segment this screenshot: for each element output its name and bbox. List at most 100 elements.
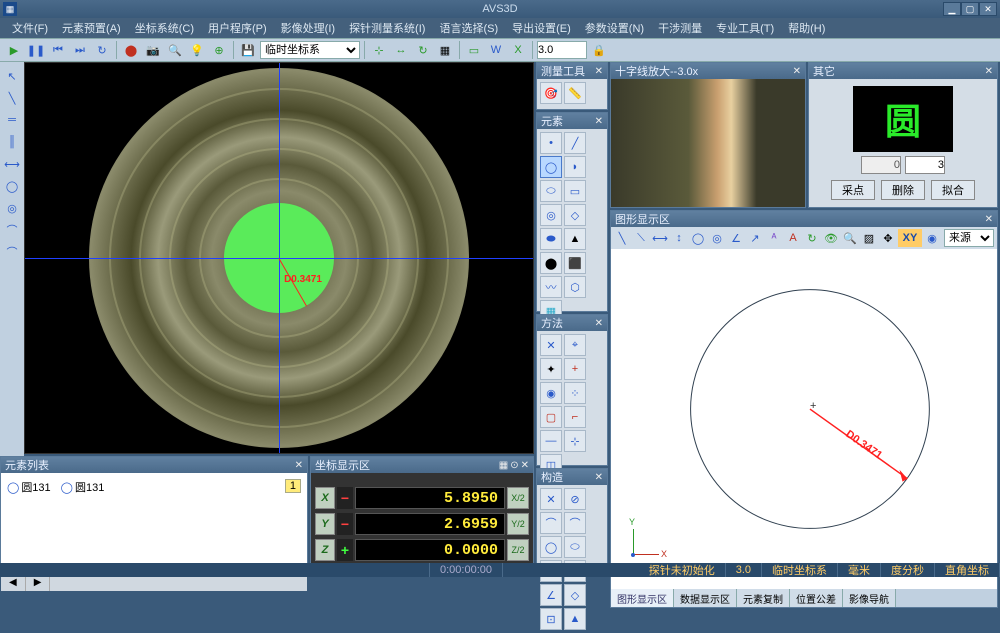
menu-user-program[interactable]: 用户程序(P) xyxy=(202,18,273,38)
menu-probe-measure[interactable]: 探针测量系统(I) xyxy=(343,18,431,38)
axis-label[interactable]: X xyxy=(315,487,335,509)
closed-curve-icon[interactable]: ⬡ xyxy=(564,276,586,298)
save-icon[interactable]: 💾 xyxy=(238,40,258,60)
cross-pick-icon[interactable]: ✕ xyxy=(540,334,562,356)
gline1-icon[interactable]: ╲ xyxy=(613,229,631,247)
play-icon[interactable]: ▶ xyxy=(4,40,24,60)
panel-close-icon[interactable]: ✕ xyxy=(985,66,993,77)
ring-icon[interactable]: ◎ xyxy=(540,204,562,226)
menu-file[interactable]: 文件(F) xyxy=(6,18,54,38)
graph-canvas[interactable]: + D0.3471 Y X xyxy=(611,249,997,589)
loop-icon[interactable]: ↻ xyxy=(92,40,112,60)
line-element-icon[interactable]: ╱ xyxy=(564,132,586,154)
record-icon[interactable]: ⬤ xyxy=(121,40,141,60)
axis-label[interactable]: Z xyxy=(315,539,335,561)
excel-export-icon[interactable]: X xyxy=(508,40,528,60)
line-pick-icon[interactable]: — xyxy=(540,430,562,452)
half-button[interactable]: Y/2 xyxy=(507,513,529,535)
dxf-export-icon[interactable]: ▭ xyxy=(464,40,484,60)
tab-image-nav[interactable]: 影像导航 xyxy=(843,589,896,607)
tab-tolerance[interactable]: 位置公差 xyxy=(790,589,843,607)
skip-prev-icon[interactable]: ⏮ xyxy=(48,40,68,60)
axis-label[interactable]: Y xyxy=(315,513,335,535)
probe-icon[interactable]: 🎯 xyxy=(540,82,562,104)
multi-circle-icon[interactable]: ◉ xyxy=(540,382,562,404)
origin-select[interactable]: 来源 xyxy=(944,229,994,247)
menu-help[interactable]: 帮助(H) xyxy=(782,18,831,38)
coord-system-select[interactable]: 临时坐标系 xyxy=(260,41,360,59)
circle-tool-icon[interactable]: ◯ xyxy=(2,176,22,196)
ellipse-fit-icon[interactable]: ⬭ xyxy=(564,536,586,558)
crosshair-icon[interactable]: ⊕ xyxy=(209,40,229,60)
menu-pro-tools[interactable]: 专业工具(T) xyxy=(710,18,780,38)
half-button[interactable]: X/2 xyxy=(507,487,529,509)
panel-close-icon[interactable]: ✕ xyxy=(595,318,603,329)
magnify-icon[interactable]: 🔍 xyxy=(165,40,185,60)
target-count-input[interactable] xyxy=(905,156,945,174)
minimize-button[interactable]: ▁ xyxy=(943,2,961,16)
axis-translate-icon[interactable]: ↔ xyxy=(391,40,411,60)
rarc-icon[interactable]: ⌒ xyxy=(2,242,22,262)
grid-icon[interactable]: ▦ xyxy=(435,40,455,60)
panel-close-icon[interactable]: ✕ xyxy=(295,460,303,471)
gdist-icon[interactable]: ⟷ xyxy=(651,229,669,247)
panel-close-icon[interactable]: ✕ xyxy=(521,460,529,471)
sphere-icon[interactable]: ⬤ xyxy=(540,252,562,274)
gview-icon[interactable]: 👁 xyxy=(822,229,840,247)
word-export-icon[interactable]: W xyxy=(486,40,506,60)
list-item[interactable]: ◯圆131 xyxy=(7,479,51,495)
magnify-view[interactable] xyxy=(611,79,805,207)
panel-close-icon[interactable]: ✕ xyxy=(595,66,603,77)
cone-icon[interactable]: ▲ xyxy=(564,228,586,250)
diamond-icon[interactable]: ◇ xyxy=(564,204,586,226)
angle-icon[interactable]: ∠ xyxy=(540,584,562,606)
grefresh-icon[interactable]: ↻ xyxy=(803,229,821,247)
arc-element-icon[interactable]: ◗ xyxy=(564,156,586,178)
tab-data[interactable]: 数据显示区 xyxy=(674,589,737,607)
gmove-icon[interactable]: ✥ xyxy=(879,229,897,247)
tangent-icon[interactable]: ⌒ xyxy=(540,512,562,534)
auto-pick-icon[interactable]: ✦ xyxy=(540,358,562,380)
line-icon[interactable]: ╲ xyxy=(2,88,22,108)
polar-mode-icon[interactable]: ⊙ xyxy=(510,460,518,471)
sample-button[interactable]: 采点 xyxy=(831,180,875,200)
menu-image-processing[interactable]: 影像处理(I) xyxy=(275,18,341,38)
glabel-icon[interactable]: ᴬ xyxy=(765,229,783,247)
intersect-icon[interactable]: ✕ xyxy=(540,488,562,510)
camera-icon[interactable]: 📷 xyxy=(143,40,163,60)
center-pick-icon[interactable]: + xyxy=(564,358,586,380)
panel-close-icon[interactable]: ✕ xyxy=(595,116,603,127)
half-button[interactable]: Z/2 xyxy=(507,539,529,561)
offset-icon[interactable]: ⊡ xyxy=(540,608,562,630)
gcolor-icon[interactable]: ▨ xyxy=(860,229,878,247)
gtext-icon[interactable]: A xyxy=(784,229,802,247)
arc2-icon[interactable]: ⌒ xyxy=(564,512,586,534)
ruler-icon[interactable]: 📏 xyxy=(564,82,586,104)
midpoint-icon[interactable]: ⊘ xyxy=(564,488,586,510)
delete-button[interactable]: 删除 xyxy=(881,180,925,200)
multi-point-icon[interactable]: ⁘ xyxy=(564,382,586,404)
gangle-icon[interactable]: ∠ xyxy=(727,229,745,247)
gline2-icon[interactable]: ⟍ xyxy=(632,229,650,247)
circle-element-icon[interactable]: ◯ xyxy=(540,156,562,178)
corner-pick-icon[interactable]: ⌐ xyxy=(564,406,586,428)
menu-coord-system[interactable]: 坐标系统(C) xyxy=(129,18,200,38)
ellipse-icon[interactable]: ⬭ xyxy=(540,180,562,202)
garrow-icon[interactable]: ↗ xyxy=(746,229,764,247)
cone-con-icon[interactable]: ▲ xyxy=(564,608,586,630)
extract-icon[interactable]: ◇ xyxy=(564,584,586,606)
lock-icon[interactable]: 🔒 xyxy=(589,40,609,60)
vline-icon[interactable]: ║ xyxy=(2,132,22,152)
menu-element-preset[interactable]: 元素预置(A) xyxy=(56,18,127,38)
menu-language[interactable]: 语言选择(S) xyxy=(433,18,504,38)
xyz-mode-icon[interactable]: ▦ xyxy=(499,460,508,471)
maximize-button[interactable]: ▢ xyxy=(961,2,979,16)
gvert-icon[interactable]: ↕ xyxy=(670,229,688,247)
menu-parameters[interactable]: 参数设置(N) xyxy=(579,18,650,38)
pause-icon[interactable]: ❚❚ xyxy=(26,40,46,60)
panel-close-icon[interactable]: ✕ xyxy=(793,66,801,77)
axis-origin-icon[interactable]: ⊹ xyxy=(369,40,389,60)
gzoom-icon[interactable]: 🔍 xyxy=(841,229,859,247)
zoom-input[interactable] xyxy=(537,41,587,59)
panel-close-icon[interactable]: ✕ xyxy=(985,214,993,225)
